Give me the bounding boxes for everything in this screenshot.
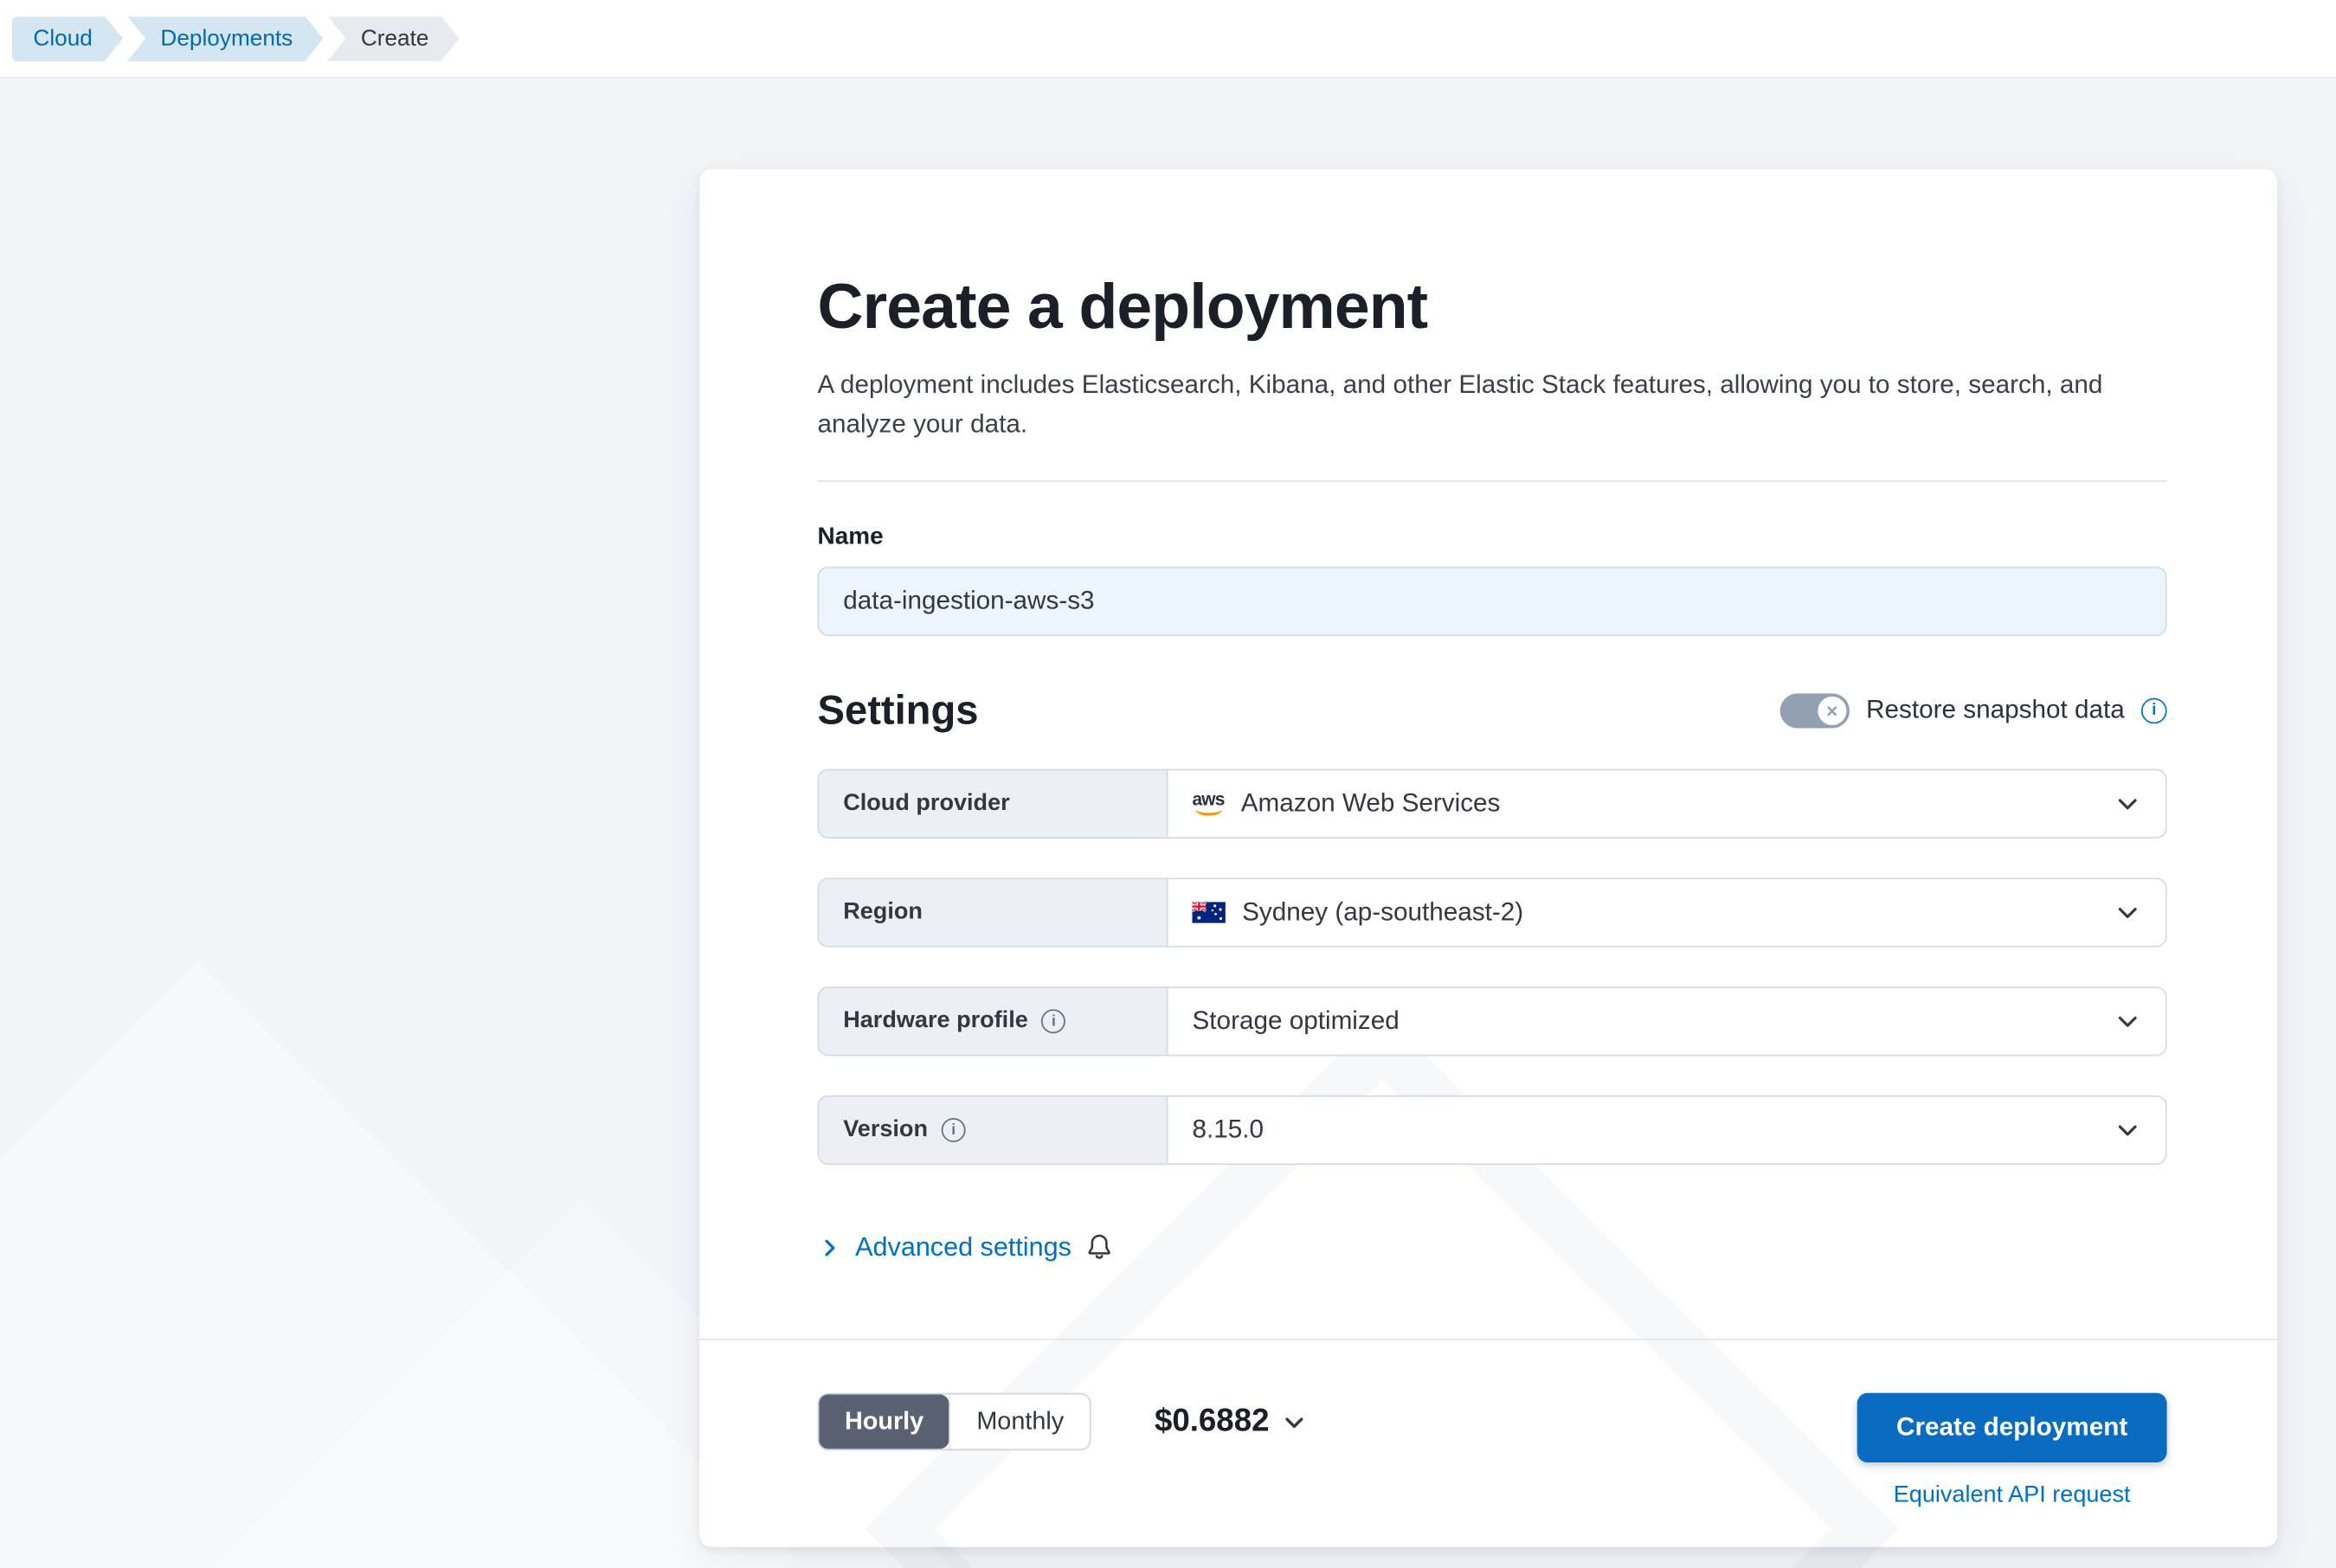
divider [818, 480, 2167, 482]
version-label: Version i [819, 1097, 1168, 1164]
hardware-profile-label: Hardware profile i [819, 988, 1168, 1055]
page-title: Create a deployment [818, 269, 2167, 344]
bell-icon [1085, 1233, 1114, 1262]
chevron-down-icon [2114, 899, 2141, 926]
region-select[interactable]: Sydney (ap-southeast-2) [1168, 879, 2165, 946]
version-value: 8.15.0 [1193, 1115, 1265, 1145]
billing-hourly-button[interactable]: Hourly [819, 1394, 949, 1449]
version-row: Version i 8.15.0 [818, 1096, 2167, 1165]
region-row: Region [818, 877, 2167, 947]
settings-heading: Settings [818, 687, 979, 734]
name-label: Name [818, 524, 2167, 551]
advanced-settings-link[interactable]: Advanced settings [818, 1231, 1114, 1263]
billing-monthly-button[interactable]: Monthly [949, 1394, 1090, 1449]
breadcrumb-create: Create [327, 16, 459, 61]
chevron-down-icon [1281, 1409, 1307, 1435]
cloud-provider-label: Cloud provider [819, 770, 1168, 837]
cloud-provider-select[interactable]: aws Amazon Web Services [1168, 770, 2165, 837]
version-select[interactable]: 8.15.0 [1168, 1097, 2165, 1164]
chevron-down-icon [2114, 1116, 2141, 1143]
region-label: Region [819, 879, 1168, 946]
chevron-down-icon [2114, 1008, 2141, 1035]
hardware-profile-value: Storage optimized [1193, 1006, 1400, 1037]
cloud-provider-value: Amazon Web Services [1241, 788, 1501, 819]
hardware-profile-select[interactable]: Storage optimized [1168, 988, 2165, 1055]
deployment-name-input[interactable] [818, 567, 2167, 636]
footer-actions: Create deployment Equivalent API request [1857, 1393, 2167, 1509]
toggle-knob-x-icon: × [1818, 696, 1846, 724]
card-footer: Hourly Monthly $0.6882 Create deployment… [699, 1339, 2277, 1547]
chevron-right-icon [818, 1235, 842, 1259]
price-value: $0.6882 [1155, 1404, 1270, 1440]
aws-icon: aws [1193, 792, 1225, 816]
region-value: Sydney (ap-southeast-2) [1242, 897, 1523, 928]
restore-snapshot-group: × Restore snapshot data i [1780, 692, 2167, 727]
info-icon[interactable]: i [942, 1118, 966, 1142]
info-icon[interactable]: i [2141, 697, 2167, 723]
billing-interval-toggle: Hourly Monthly [818, 1393, 1091, 1450]
main-area: Create a deployment A deployment include… [0, 79, 2336, 1568]
restore-snapshot-label: Restore snapshot data [1866, 695, 2125, 725]
page-root: Cloud Deployments Create Create a deploy… [0, 0, 2336, 1568]
chevron-down-icon [2114, 790, 2141, 817]
cloud-provider-row: Cloud provider aws Amazon Web Services [818, 769, 2167, 839]
row-label-text: Region [843, 899, 923, 926]
breadcrumb-deployments[interactable]: Deployments [127, 16, 323, 61]
advanced-settings-label: Advanced settings [855, 1231, 1071, 1263]
row-label-text: Hardware profile [843, 1008, 1028, 1035]
info-icon[interactable]: i [1041, 1009, 1065, 1033]
restore-snapshot-toggle[interactable]: × [1780, 692, 1850, 727]
create-deployment-button[interactable]: Create deployment [1857, 1393, 2167, 1462]
settings-header-row: Settings × Restore snapshot data i [818, 684, 2167, 736]
create-deployment-card: Create a deployment A deployment include… [699, 170, 2277, 1547]
breadcrumb-bar: Cloud Deployments Create [0, 0, 2336, 79]
card-body: Create a deployment A deployment include… [699, 170, 2277, 1267]
price-dropdown[interactable]: $0.6882 [1155, 1393, 1307, 1450]
hardware-profile-row: Hardware profile i Storage optimized [818, 986, 2167, 1056]
australia-flag-icon [1193, 902, 1226, 922]
settings-form: Cloud provider aws Amazon Web Services [818, 769, 2167, 1165]
equivalent-api-request-link[interactable]: Equivalent API request [1894, 1482, 2131, 1509]
row-label-text: Version [843, 1116, 928, 1143]
row-label-text: Cloud provider [843, 790, 1009, 817]
page-subtitle: A deployment includes Elasticsearch, Kib… [818, 366, 2117, 445]
breadcrumb-cloud[interactable]: Cloud [12, 16, 123, 61]
breadcrumb: Cloud Deployments Create [12, 16, 464, 61]
